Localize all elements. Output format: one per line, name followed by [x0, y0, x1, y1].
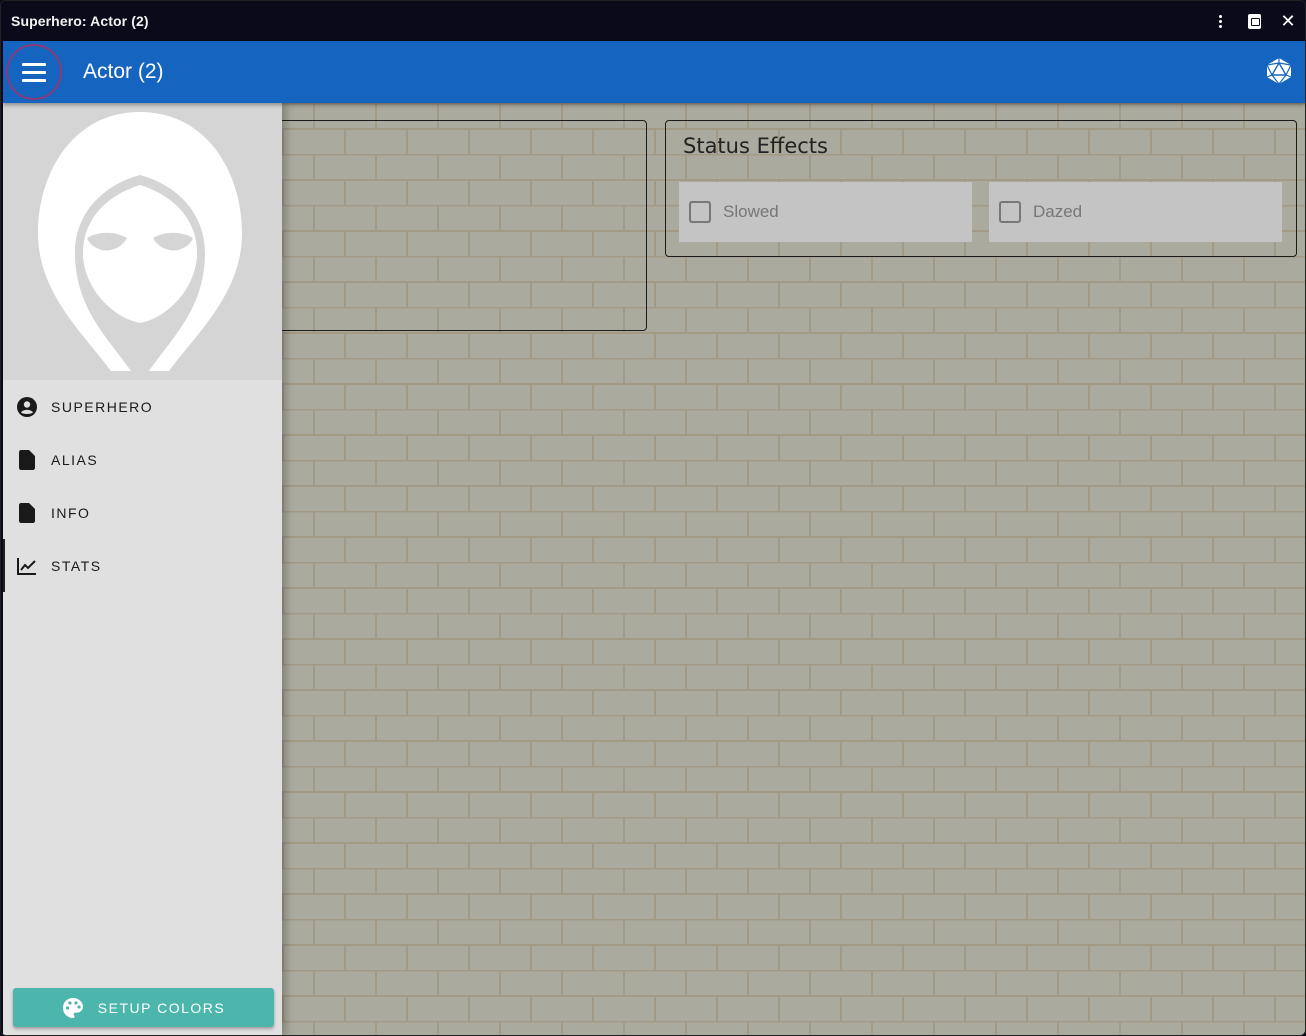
- kebab-menu-icon: [1218, 14, 1222, 28]
- dazed-label: Dazed: [1033, 202, 1083, 221]
- sidebar-item-superhero[interactable]: SUPERHERO: [3, 380, 282, 433]
- slowed-checkbox-tile[interactable]: Slowed: [679, 182, 972, 242]
- slowed-label: Slowed: [723, 202, 779, 221]
- app-bar: Actor (2): [3, 41, 1305, 103]
- sidebar-nav: SUPERHERO ALIAS INFO STATS: [3, 380, 282, 592]
- avatar[interactable]: [3, 103, 282, 380]
- sidebar-item-label: INFO: [51, 504, 91, 521]
- account-circle-icon: [17, 396, 37, 417]
- sidebar-item-label: ALIAS: [51, 451, 99, 468]
- window-titlebar: Superhero: Actor (2) ✕: [1, 1, 1305, 41]
- sidebar-item-info[interactable]: INFO: [3, 486, 282, 539]
- dazed-checkbox[interactable]: [999, 201, 1021, 223]
- setup-colors-button[interactable]: SETUP COLORS: [13, 988, 274, 1027]
- hamburger-menu-icon: [22, 62, 46, 66]
- document-icon: [17, 502, 37, 523]
- dazed-checkbox-tile[interactable]: Dazed: [989, 182, 1282, 242]
- window-title: Superhero: Actor (2): [11, 13, 149, 29]
- setup-colors-label: SETUP COLORS: [97, 999, 226, 1016]
- line-chart-icon: [17, 556, 37, 576]
- status-effects-panel: Status Effects Slowed Dazed: [665, 120, 1297, 257]
- sidebar-item-alias[interactable]: ALIAS: [3, 433, 282, 486]
- sidebar-item-label: SUPERHERO: [51, 398, 154, 415]
- app-window: Superhero: Actor (2) ✕ Actor (2) Status …: [0, 0, 1306, 1036]
- document-icon: [17, 449, 37, 470]
- character-sheet-icon: [1247, 13, 1261, 29]
- slowed-checkbox[interactable]: [689, 201, 711, 223]
- d20-icon[interactable]: [1265, 57, 1293, 85]
- sidebar-item-label: STATS: [51, 557, 102, 574]
- hamburger-menu-button[interactable]: [6, 44, 62, 100]
- content-panel: [266, 120, 647, 331]
- window-menu-button[interactable]: [1203, 1, 1237, 41]
- window-controls: ✕: [1203, 1, 1305, 41]
- page-title: Actor (2): [83, 60, 164, 83]
- window-sheet-button[interactable]: [1237, 1, 1271, 41]
- sidebar-item-stats[interactable]: STATS: [3, 539, 282, 592]
- close-icon: ✕: [1280, 10, 1296, 32]
- palette-icon: [62, 997, 83, 1018]
- window-close-button[interactable]: ✕: [1271, 1, 1305, 41]
- navigation-drawer: SUPERHERO ALIAS INFO STATS SETUP COLORS: [3, 103, 282, 1035]
- hooded-figure-avatar-icon: [38, 112, 242, 371]
- status-effects-heading: Status Effects: [683, 134, 828, 158]
